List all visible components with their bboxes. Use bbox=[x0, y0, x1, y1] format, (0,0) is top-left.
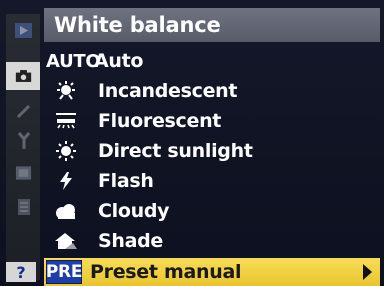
camera-icon bbox=[15, 67, 32, 84]
pencil-icon[interactable] bbox=[15, 102, 32, 119]
playback-tab-icon[interactable] bbox=[15, 22, 32, 39]
option-label: Auto bbox=[94, 50, 144, 72]
incandescent-icon bbox=[44, 78, 88, 104]
retouch-icon[interactable] bbox=[15, 164, 32, 181]
option-incandescent[interactable]: Incandescent bbox=[44, 76, 380, 106]
preset-code: PRE bbox=[45, 260, 83, 284]
flash-icon bbox=[44, 168, 88, 194]
wrench-icon[interactable] bbox=[15, 131, 32, 149]
option-label: Flash bbox=[98, 170, 154, 192]
menu-title: White balance bbox=[44, 8, 380, 42]
option-flash[interactable]: Flash bbox=[44, 166, 380, 196]
my-menu-icon[interactable] bbox=[15, 198, 32, 215]
option-label: Fluorescent bbox=[98, 110, 222, 132]
shooting-tab-active[interactable] bbox=[6, 62, 40, 90]
cloud-icon bbox=[44, 198, 88, 224]
camera-menu-screen: ? White balance AUTO Auto Incandescent F… bbox=[0, 0, 384, 286]
option-auto[interactable]: AUTO Auto bbox=[44, 46, 380, 76]
option-preset-manual[interactable]: PRE Preset manual bbox=[44, 258, 380, 286]
option-shade[interactable]: Shade bbox=[44, 226, 380, 256]
sun-icon bbox=[44, 138, 88, 164]
option-label: Preset manual bbox=[90, 261, 242, 283]
fluorescent-icon bbox=[44, 108, 88, 134]
option-label: Incandescent bbox=[98, 80, 238, 102]
option-direct-sunlight[interactable]: Direct sunlight bbox=[44, 136, 380, 166]
option-cloudy[interactable]: Cloudy bbox=[44, 196, 380, 226]
white-balance-options: AUTO Auto Incandescent Fluorescent Direc… bbox=[44, 46, 380, 286]
option-label: Direct sunlight bbox=[98, 140, 253, 162]
menu-tab-sidebar bbox=[6, 14, 40, 280]
auto-code: AUTO bbox=[46, 50, 101, 72]
option-label: Cloudy bbox=[98, 200, 170, 222]
submenu-arrow-icon bbox=[363, 264, 372, 280]
option-fluorescent[interactable]: Fluorescent bbox=[44, 106, 380, 136]
option-label: Shade bbox=[98, 230, 164, 252]
help-button[interactable]: ? bbox=[6, 262, 36, 282]
shade-icon bbox=[44, 228, 88, 254]
